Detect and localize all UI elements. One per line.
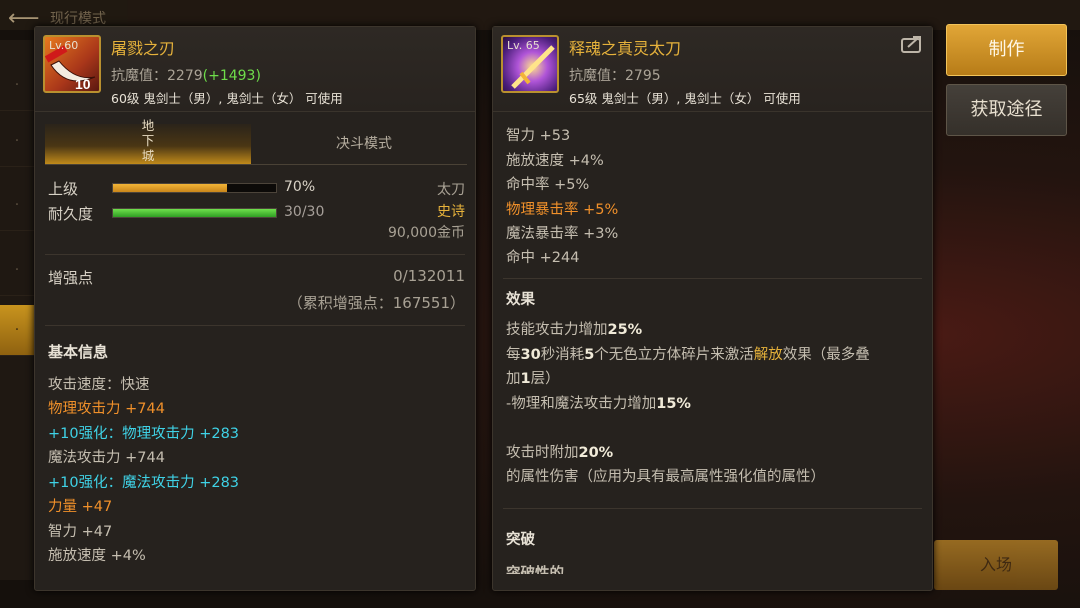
item-icon: Lv.60 10	[43, 35, 101, 93]
sidebar-item[interactable]: ·	[0, 116, 34, 167]
reinforce-total: （累积增强点：167551）	[287, 294, 465, 312]
durability-value: 30/30	[284, 204, 325, 220]
stat-line: 施放速度 +4%	[506, 153, 604, 169]
item-level-badge: Lv. 65	[507, 39, 540, 52]
resist-label: 抗魔值：	[111, 68, 167, 84]
tab-dungeon[interactable]: 地下城	[45, 118, 251, 164]
right-item-header: Lv. 65 释魂之真灵太刀 抗魔值：2795 65级 鬼剑士（男）, 鬼剑士（…	[493, 27, 932, 112]
stat-line: 命中率 +5%	[506, 177, 590, 193]
effect-line: 加1层）	[506, 371, 560, 387]
reinforce-label: 增强点	[48, 269, 94, 287]
resist-number: 2795	[625, 68, 661, 84]
resist-value: 抗魔值：2795	[569, 65, 661, 85]
grade-bar	[112, 183, 277, 193]
stat-line: 魔法攻击力 +744	[48, 450, 165, 466]
resist-number: 2279	[167, 68, 203, 84]
stat-line: 智力 +47	[48, 524, 113, 540]
resist-bonus: (+1493)	[202, 68, 261, 84]
effect-line: 技能攻击力增加25%	[506, 322, 643, 338]
sidebar-item-active[interactable]: ·	[0, 305, 34, 356]
stat-line: 力量 +47	[48, 499, 113, 515]
effect-line: -物理和魔法攻击力增加15%	[506, 396, 691, 412]
item-name: 屠戮之刃	[111, 39, 176, 58]
mode-tabs: 地下城 决斗模式	[45, 118, 467, 165]
sidebar-item[interactable]: ·	[0, 180, 34, 231]
left-item-panel: Lv.60 10 屠戮之刃 抗魔值：2279(+1493) 60级 鬼剑士（男）…	[34, 26, 476, 591]
share-icon[interactable]	[900, 35, 924, 55]
rarity-label: 史诗	[437, 204, 465, 220]
tab-duel[interactable]: 决斗模式	[261, 124, 467, 164]
item-level-badge: Lv.60	[49, 39, 79, 52]
price-label: 90,000金币	[388, 225, 465, 241]
stat-line: 命中 +244	[506, 250, 580, 266]
stat-line: 施放速度 +4%	[48, 548, 146, 564]
breakthrough-partial-text: 突破性的	[506, 566, 564, 574]
enter-button[interactable]: 入场	[934, 540, 1058, 590]
stat-line: 攻击速度：快速	[48, 377, 150, 393]
obtain-source-button[interactable]: 获取途径	[946, 84, 1067, 136]
grade-percent: 70%	[284, 179, 316, 195]
resist-label: 抗魔值：	[569, 68, 625, 84]
stat-line: 物理暴击率 +5%	[506, 202, 619, 218]
divider	[503, 278, 922, 279]
right-item-panel: Lv. 65 释魂之真灵太刀 抗魔值：2795 65级 鬼剑士（男）, 鬼剑士（…	[492, 26, 933, 591]
stat-line: +10强化：物理攻击力 +283	[48, 426, 240, 442]
sidebar-item[interactable]: ·	[0, 60, 34, 111]
breakthrough-title: 突破	[506, 532, 535, 548]
stat-line: 智力 +53	[506, 128, 571, 144]
divider	[45, 254, 465, 255]
background-sidebar: · · · · ·	[0, 40, 34, 580]
usable-classes: 65级 鬼剑士（男）, 鬼剑士（女） 可使用	[569, 91, 801, 106]
reinforce-value: 0/132011	[393, 267, 465, 285]
weapon-type: 太刀	[437, 182, 465, 198]
left-item-header: Lv.60 10 屠戮之刃 抗魔值：2279(+1493) 60级 鬼剑士（男）…	[35, 27, 475, 112]
stat-line: 物理攻击力 +744	[48, 401, 165, 417]
divider	[45, 325, 465, 326]
durability-label: 耐久度	[48, 205, 94, 223]
svg-text:10: 10	[75, 76, 91, 92]
sidebar-item[interactable]: ·	[0, 245, 34, 296]
effect-line: 每30秒消耗5个无色立方体碎片来激活解放效果（最多叠	[506, 347, 870, 363]
stat-line: +10强化：魔法攻击力 +283	[48, 475, 240, 491]
durability-bar	[112, 208, 277, 218]
grade-bar-fill	[113, 184, 228, 192]
mode-title: 现行模式	[50, 11, 106, 27]
grade-label: 上级	[48, 180, 79, 198]
basic-info-title: 基本信息	[48, 343, 109, 361]
effect-title: 效果	[506, 292, 535, 308]
effect-line: 攻击时附加20%	[506, 445, 614, 461]
item-name: 释魂之真灵太刀	[569, 39, 682, 58]
effect-line: 的属性伤害（应用为具有最高属性强化值的属性）	[506, 469, 825, 485]
stat-line: 魔法暴击率 +3%	[506, 226, 619, 242]
left-detail-scroll[interactable]: 地下城 决斗模式 上级 70% 耐久度 30/30 太刀 史诗 90,000金币…	[35, 112, 475, 590]
craft-button[interactable]: 制作	[946, 24, 1067, 76]
usable-classes: 60级 鬼剑士（男）, 鬼剑士（女） 可使用	[111, 91, 343, 106]
item-icon: Lv. 65	[501, 35, 559, 93]
right-detail-scroll[interactable]: 智力 +53 施放速度 +4% 命中率 +5% 物理暴击率 +5% 魔法暴击率 …	[493, 112, 932, 590]
durability-bar-fill	[113, 209, 276, 217]
resist-value: 抗魔值：2279(+1493)	[111, 65, 261, 85]
divider	[503, 508, 922, 509]
